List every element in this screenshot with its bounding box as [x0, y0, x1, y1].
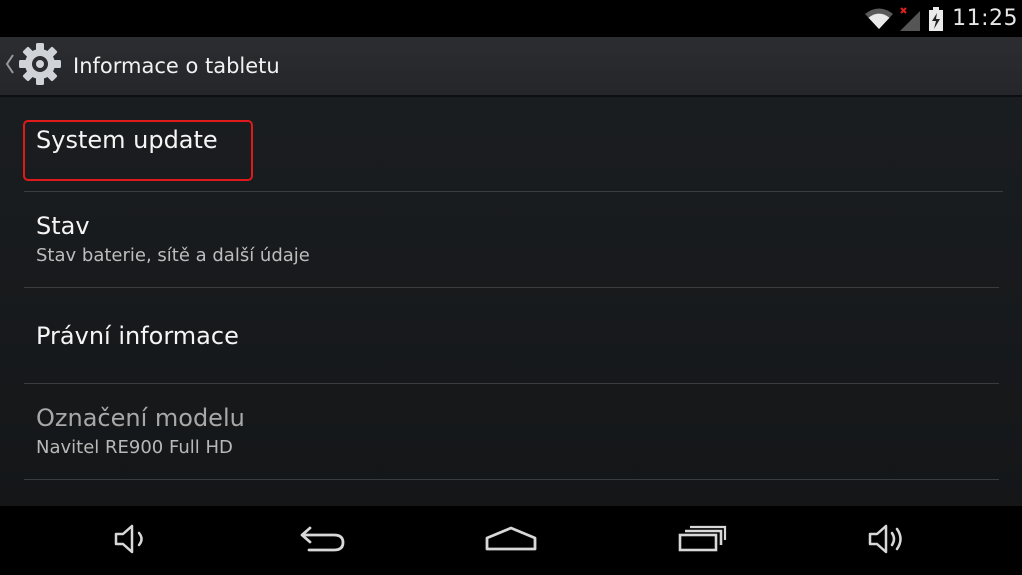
list-item-summary: Navitel RE900 Full HD [36, 437, 233, 458]
recent-apps-button[interactable] [670, 506, 734, 575]
battery-charging-icon [928, 6, 944, 32]
settings-list: System update Stav Stav baterie, sítě a … [23, 97, 1003, 480]
volume-up-icon [866, 522, 910, 560]
home-button[interactable] [476, 506, 546, 575]
up-navigation-button[interactable] [0, 37, 67, 95]
home-icon [483, 524, 539, 558]
navigation-bar [0, 506, 1022, 575]
android-screen: 11:25 Informace o tabletu System update … [0, 0, 1022, 575]
list-item-system-update[interactable]: System update [23, 97, 1003, 192]
status-bar: 11:25 [0, 0, 1022, 37]
status-clock: 11:25 [952, 6, 1018, 31]
back-icon [296, 524, 348, 558]
volume-down-icon [112, 522, 152, 560]
back-button[interactable] [290, 506, 354, 575]
volume-up-button[interactable] [856, 506, 920, 575]
list-item-title: System update [36, 126, 218, 154]
list-item-model-number: Označení modelu Navitel RE900 Full HD [24, 384, 999, 480]
list-item-title: Právní informace [36, 321, 239, 350]
page-title: Informace o tabletu [73, 54, 280, 78]
wifi-icon [864, 7, 894, 31]
list-item-status[interactable]: Stav Stav baterie, sítě a další údaje [24, 192, 999, 288]
back-caret-icon [5, 53, 15, 79]
list-item-title: Stav [36, 212, 90, 240]
status-icons: 11:25 [864, 3, 1018, 34]
volume-down-button[interactable] [100, 506, 164, 575]
signal-no-sim-icon [898, 6, 922, 32]
action-bar: Informace o tabletu [0, 37, 1022, 97]
settings-gear-icon [17, 41, 63, 91]
list-item-legal-info[interactable]: Právní informace [24, 288, 999, 384]
recent-apps-icon [675, 524, 729, 558]
list-item-summary: Stav baterie, sítě a další údaje [36, 245, 310, 266]
list-item-title: Označení modelu [36, 404, 245, 432]
